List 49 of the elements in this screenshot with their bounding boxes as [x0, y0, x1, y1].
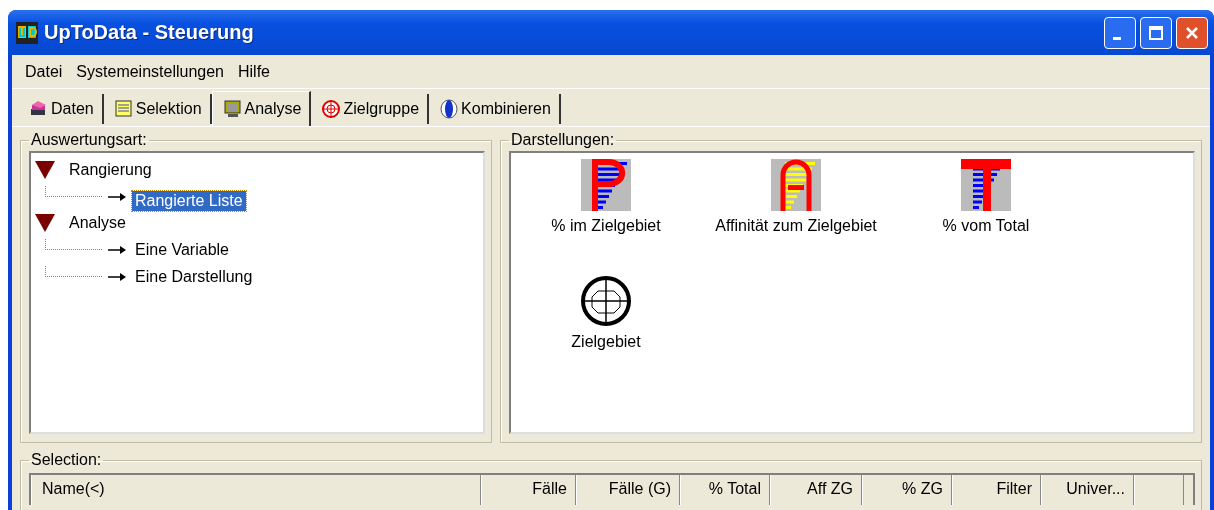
- view-label[interactable]: % im Zielgebiet: [551, 217, 661, 235]
- target-icon[interactable]: [581, 275, 631, 327]
- close-button[interactable]: [1176, 16, 1208, 49]
- column-header[interactable]: Fälle (G): [576, 475, 680, 505]
- column-header[interactable]: Aff ZG: [770, 475, 862, 505]
- tab[interactable]: Zielgruppe: [311, 94, 430, 124]
- minimize-button[interactable]: [1104, 16, 1136, 49]
- tree-item[interactable]: Rangierte Liste: [132, 190, 246, 211]
- window-title: UpToData - Steuerung: [44, 21, 255, 44]
- menu-item[interactable]: Datei: [18, 62, 70, 81]
- tree-item[interactable]: Eine Variable: [132, 239, 232, 260]
- arrow-icon: [108, 272, 126, 281]
- tab[interactable]: Selektion: [103, 94, 212, 124]
- tree-item[interactable]: Rangierung: [69, 161, 152, 179]
- column-header[interactable]: % ZG: [862, 475, 952, 505]
- view-label[interactable]: % vom Total: [942, 217, 1030, 235]
- tree-item[interactable]: Eine Darstellung: [132, 266, 256, 287]
- letter-a-bar-chart-icon[interactable]: [771, 159, 821, 211]
- tree-item[interactable]: Analyse: [69, 214, 126, 232]
- monitor-icon: [222, 99, 243, 119]
- group-title: Auswertungsart:: [30, 131, 148, 149]
- minimize-icon: [1113, 37, 1121, 40]
- menu-item[interactable]: Systemeinstellungen: [69, 62, 231, 81]
- tree-connector: [45, 239, 102, 250]
- view-label[interactable]: Affinität zum Zielgebiet: [715, 217, 877, 235]
- letter-t-bar-chart-icon[interactable]: [961, 159, 1011, 211]
- tree-connector: [45, 186, 102, 197]
- crosshair-icon: [321, 99, 342, 119]
- column-header[interactable]: Name(<): [31, 475, 481, 505]
- tab[interactable]: Daten: [19, 94, 104, 124]
- app-logo-icon: [16, 21, 38, 44]
- expand-triangle-icon[interactable]: [35, 161, 55, 179]
- view-label[interactable]: Zielgebiet: [571, 333, 641, 351]
- arrow-icon: [108, 192, 126, 201]
- letter-p-bar-chart-icon[interactable]: [581, 159, 631, 211]
- column-header[interactable]: Univer...: [1041, 475, 1134, 505]
- column-header[interactable]: Filter: [952, 475, 1041, 505]
- group-title: Darstellungen:: [510, 131, 616, 149]
- group-title: Selection:: [30, 451, 103, 469]
- notepad-icon: [113, 99, 134, 119]
- lens-icon: [439, 99, 460, 119]
- menu-item[interactable]: Hilfe: [231, 62, 277, 81]
- tab[interactable]: Kombinieren: [429, 94, 561, 124]
- column-header[interactable]: % Total: [680, 475, 770, 505]
- maximize-button[interactable]: [1140, 16, 1172, 49]
- column-header[interactable]: Fälle: [481, 475, 576, 505]
- expand-triangle-icon[interactable]: [35, 214, 55, 232]
- tree-connector: [45, 266, 102, 277]
- arrow-icon: [108, 245, 126, 254]
